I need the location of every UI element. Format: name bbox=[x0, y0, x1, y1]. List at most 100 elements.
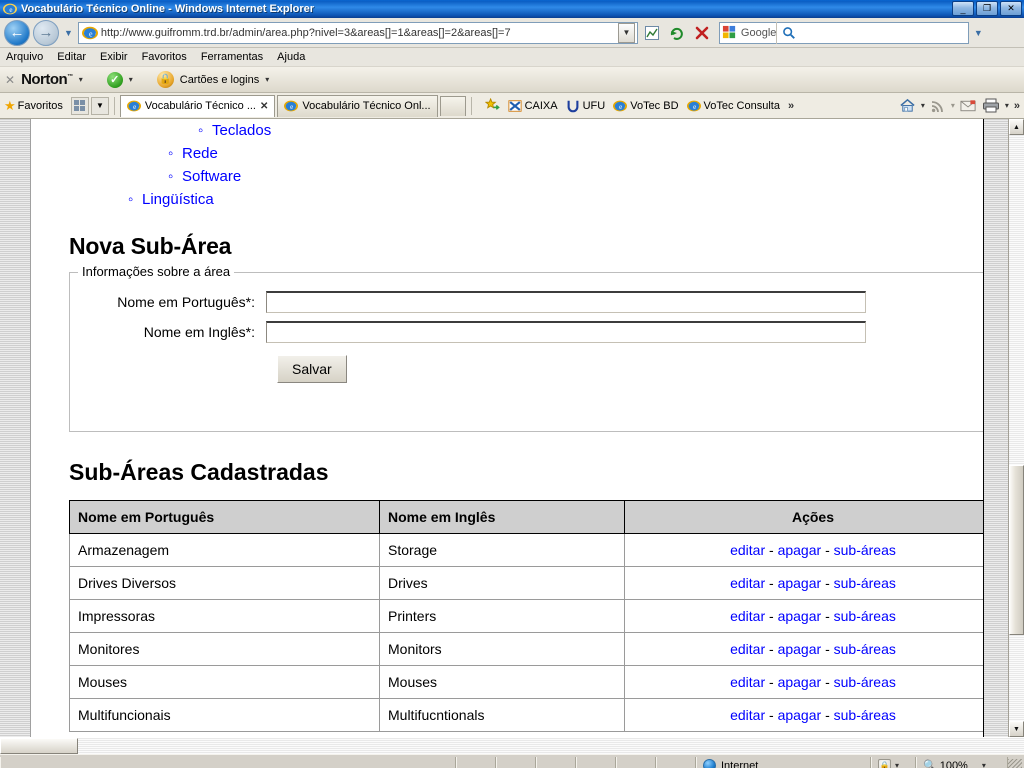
norton-chevron-down-icon[interactable]: ▾ bbox=[79, 75, 83, 84]
resize-grip[interactable] bbox=[1008, 758, 1022, 768]
grid-icon[interactable] bbox=[70, 96, 89, 115]
norton-status-chevron-down-icon[interactable]: ▾ bbox=[129, 75, 133, 84]
delete-link[interactable]: apagar bbox=[778, 575, 822, 591]
portuguese-name-input[interactable] bbox=[266, 291, 866, 313]
horizontal-scroll-track[interactable] bbox=[78, 738, 1024, 754]
compatibility-view-icon[interactable] bbox=[641, 22, 663, 44]
vertical-scroll-track[interactable] bbox=[1009, 135, 1024, 721]
search-chevron-down-icon[interactable]: ▼ bbox=[972, 28, 985, 38]
list-item[interactable]: Lingüística bbox=[128, 188, 983, 211]
menu-item-exibir[interactable]: Exibir bbox=[100, 51, 128, 63]
forward-arrow-icon[interactable]: → bbox=[33, 19, 59, 46]
favorite-link-votec-consulta[interactable]: e VoTec Consulta bbox=[686, 99, 780, 113]
delete-link[interactable]: apagar bbox=[778, 641, 822, 657]
edit-link[interactable]: editar bbox=[730, 674, 765, 690]
cell-actions: editar - apagar - sub-áreas bbox=[624, 698, 983, 732]
subareas-link[interactable]: sub-áreas bbox=[834, 608, 896, 624]
green-check-icon[interactable]: ✓ bbox=[106, 71, 123, 88]
back-arrow-icon[interactable]: ← bbox=[4, 19, 30, 46]
edit-link[interactable]: editar bbox=[730, 707, 765, 723]
menu-item-ajuda[interactable]: Ajuda bbox=[277, 51, 305, 63]
norton-cards-chevron-down-icon[interactable]: ▾ bbox=[265, 75, 269, 84]
address-chevron-down-icon[interactable]: ▼ bbox=[617, 22, 635, 43]
horizontal-scroll-thumb[interactable] bbox=[0, 738, 78, 754]
search-icon[interactable] bbox=[776, 21, 800, 44]
home-icon[interactable] bbox=[899, 97, 916, 114]
print-icon[interactable] bbox=[982, 98, 1000, 113]
delete-link[interactable]: apagar bbox=[778, 608, 822, 624]
edit-link[interactable]: editar bbox=[730, 608, 765, 624]
favorites-chevron-down-icon[interactable]: ▼ bbox=[90, 96, 109, 115]
subareas-link[interactable]: sub-áreas bbox=[834, 575, 896, 591]
save-button[interactable]: Salvar bbox=[277, 355, 347, 383]
form-legend: Informações sobre a área bbox=[78, 264, 235, 279]
list-item-label[interactable]: Lingüística bbox=[142, 191, 214, 208]
edit-link[interactable]: editar bbox=[730, 542, 765, 558]
english-name-input[interactable] bbox=[266, 321, 866, 343]
scroll-up-button[interactable]: ▲ bbox=[1009, 119, 1024, 135]
search-input[interactable]: Google bbox=[718, 21, 969, 44]
menu-item-arquivo[interactable]: Arquivo bbox=[6, 51, 43, 63]
svg-text:e: e bbox=[619, 103, 622, 111]
tab-close-icon[interactable]: ✕ bbox=[260, 101, 268, 112]
menu-item-editar[interactable]: Editar bbox=[57, 51, 86, 63]
zoom-chevron-down-icon[interactable]: ▾ bbox=[982, 761, 986, 768]
tab-vocabulario-tecnico-2[interactable]: e Vocabulário Técnico Onl... bbox=[277, 94, 438, 117]
browser-viewport: Teclados Rede Software Lingüística Nova … bbox=[0, 119, 1024, 737]
home-chevron-down-icon[interactable]: ▾ bbox=[921, 101, 925, 110]
cell-english: Monitors bbox=[379, 632, 625, 666]
subareas-link[interactable]: sub-áreas bbox=[834, 542, 896, 558]
cell-portuguese: Monitores bbox=[69, 632, 380, 666]
delete-link[interactable]: apagar bbox=[778, 674, 822, 690]
print-chevron-down-icon[interactable]: ▾ bbox=[1005, 101, 1009, 110]
vertical-scrollbar[interactable]: ▲ ▼ bbox=[1008, 119, 1024, 737]
list-item[interactable]: Teclados bbox=[198, 119, 983, 142]
minimize-button[interactable]: _ bbox=[952, 1, 974, 16]
protected-mode-chevron-down-icon[interactable]: ▾ bbox=[895, 761, 899, 768]
restore-button[interactable]: ❐ bbox=[976, 1, 998, 16]
list-item-label[interactable]: Teclados bbox=[212, 122, 271, 139]
edit-link[interactable]: editar bbox=[730, 641, 765, 657]
close-icon[interactable]: ✕ bbox=[5, 73, 15, 87]
horizontal-scrollbar[interactable] bbox=[0, 737, 1024, 754]
norton-cards-label[interactable]: Cartões e logins bbox=[180, 74, 260, 86]
delete-link[interactable]: apagar bbox=[778, 542, 822, 558]
favorite-link-votec-bd[interactable]: e VoTec BD bbox=[613, 99, 679, 113]
list-item[interactable]: Rede bbox=[168, 142, 983, 165]
subareas-link[interactable]: sub-áreas bbox=[834, 707, 896, 723]
recent-pages-chevron-down-icon[interactable]: ▼ bbox=[62, 28, 75, 38]
menu-item-favoritos[interactable]: Favoritos bbox=[142, 51, 187, 63]
list-item-label[interactable]: Rede bbox=[182, 145, 218, 162]
scroll-down-button[interactable]: ▼ bbox=[1009, 721, 1024, 737]
lock-icon[interactable]: 🔒 bbox=[156, 71, 174, 88]
close-button[interactable]: ✕ bbox=[1000, 1, 1022, 16]
new-tab-button[interactable] bbox=[439, 95, 466, 116]
refresh-icon[interactable] bbox=[666, 22, 688, 44]
favorite-link-caixa[interactable]: CAIXA bbox=[508, 99, 558, 113]
address-input[interactable]: e http://www.guifromm.trd.br/admin/area.… bbox=[77, 21, 638, 44]
mail-icon[interactable] bbox=[960, 99, 977, 113]
protected-mode-indicator[interactable]: 🔒 ▾ bbox=[871, 756, 916, 768]
favorites-overflow-icon[interactable]: » bbox=[788, 100, 794, 112]
security-zone[interactable]: Internet bbox=[696, 756, 871, 768]
list-item[interactable]: Software bbox=[168, 165, 983, 188]
menu-item-ferramentas[interactable]: Ferramentas bbox=[201, 51, 263, 63]
cell-english: Storage bbox=[379, 533, 625, 567]
tab-vocabulario-tecnico-1[interactable]: e Vocabulário Técnico ... ✕ bbox=[119, 94, 276, 117]
cell-english: Multifucntionals bbox=[379, 698, 625, 732]
subareas-link[interactable]: sub-áreas bbox=[834, 674, 896, 690]
subareas-link[interactable]: sub-áreas bbox=[834, 641, 896, 657]
vertical-scroll-thumb[interactable] bbox=[1009, 465, 1024, 635]
stop-icon[interactable] bbox=[691, 22, 713, 44]
action-separator: - bbox=[769, 641, 774, 657]
zoom-control[interactable]: 🔍 100% ▾ bbox=[916, 756, 1008, 768]
command-bar-overflow-icon[interactable]: » bbox=[1014, 100, 1020, 112]
add-favorite-icon[interactable] bbox=[484, 98, 500, 113]
favorite-link-ufu[interactable]: UFU bbox=[566, 99, 605, 113]
list-item-label[interactable]: Software bbox=[182, 168, 241, 185]
page-ie-icon: e bbox=[81, 25, 98, 41]
edit-link[interactable]: editar bbox=[730, 575, 765, 591]
favorites-button-label[interactable]: Favoritos bbox=[18, 100, 63, 112]
delete-link[interactable]: apagar bbox=[778, 707, 822, 723]
star-icon[interactable]: ★ bbox=[4, 98, 16, 114]
